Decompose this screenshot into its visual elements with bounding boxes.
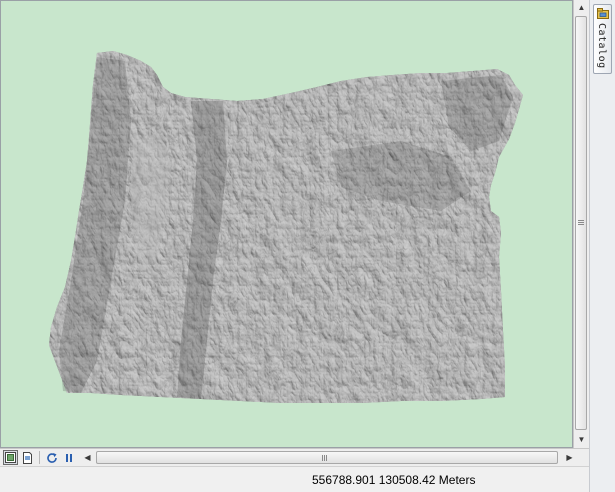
map-display[interactable] [0, 0, 573, 448]
docked-window-strip: Catalog [589, 0, 615, 492]
pause-drawing-icon [65, 453, 72, 462]
layout-view-icon [23, 451, 32, 464]
pause-drawing-button[interactable] [61, 450, 76, 465]
vertical-scrollbar[interactable]: ▲ ▼ [573, 0, 589, 448]
data-view-icon [5, 452, 16, 463]
refresh-icon [46, 452, 57, 463]
data-view-button[interactable] [3, 450, 18, 465]
horizontal-scrollbar[interactable] [96, 450, 561, 465]
catalog-window-icon [597, 8, 609, 19]
cursor-coordinates-readout: 556788.901 130508.42 Meters [312, 473, 476, 487]
catalog-tab[interactable]: Catalog [593, 4, 612, 74]
toolbar-separator [39, 451, 40, 464]
oregon-hillshade-layer [49, 51, 523, 403]
status-bar: 556788.901 130508.42 Meters [0, 466, 589, 492]
arcmap-window: ▲ ▼ Catalog ◀ ▶ 556788.901 130508.42 Met… [0, 0, 615, 492]
scroll-up-arrow-icon[interactable]: ▲ [574, 0, 589, 16]
layout-view-button[interactable] [20, 450, 35, 465]
refresh-button[interactable] [44, 450, 59, 465]
scroll-down-arrow-icon[interactable]: ▼ [574, 432, 589, 448]
scroll-left-arrow-icon[interactable]: ◀ [80, 450, 95, 465]
vertical-scroll-thumb[interactable] [575, 16, 587, 430]
view-toolbar: ◀ ▶ [0, 448, 589, 466]
catalog-tab-label: Catalog [596, 23, 607, 69]
horizontal-scroll-thumb[interactable] [96, 451, 558, 464]
scroll-right-arrow-icon[interactable]: ▶ [562, 450, 577, 465]
map-canvas [1, 1, 572, 447]
